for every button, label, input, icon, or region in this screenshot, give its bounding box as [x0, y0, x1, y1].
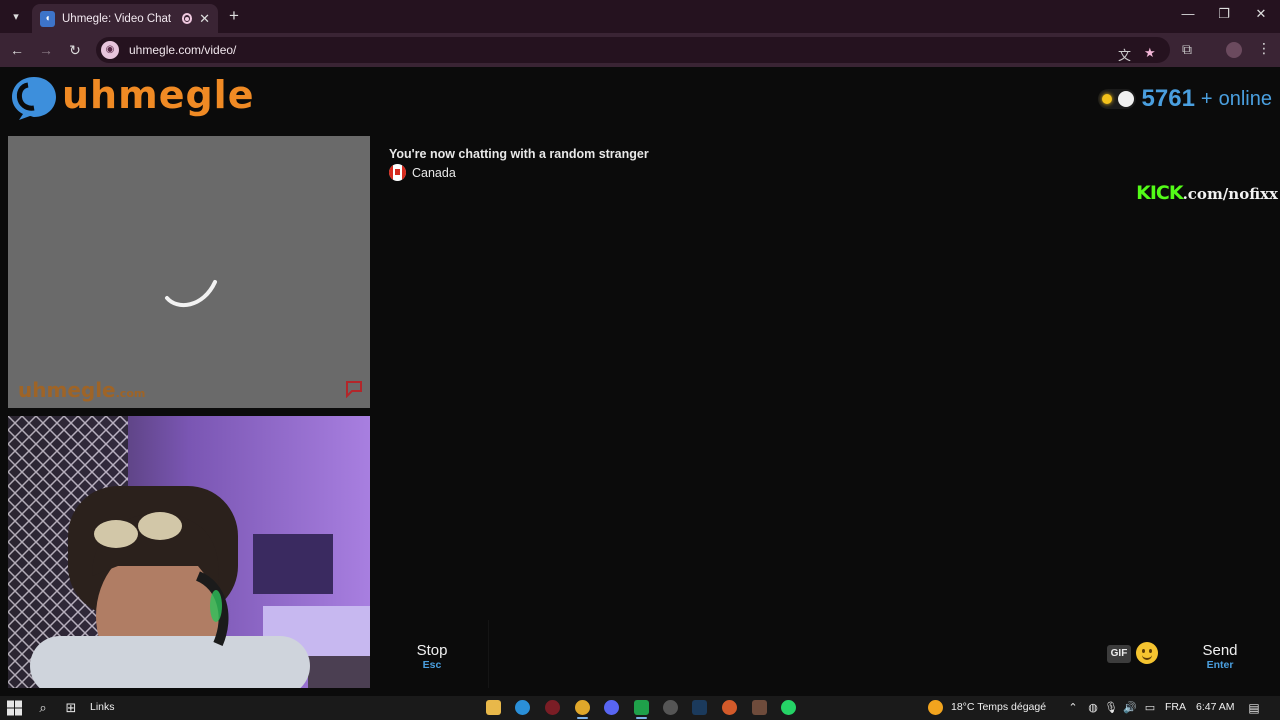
country-name: Canada [412, 165, 456, 180]
windows-taskbar: ⌕ ⊞ Links 18°C Temps dégagé ⌃ ◍ 🎙 🔊 ▭ FR… [0, 696, 1280, 720]
weather-moon-icon [928, 700, 943, 715]
sun-icon [1101, 94, 1112, 104]
file-explorer-icon[interactable] [486, 700, 501, 715]
online-plus: + [1200, 87, 1213, 110]
stop-button[interactable]: Stop Esc [378, 620, 486, 688]
volume-icon[interactable]: 🔊 [1123, 700, 1137, 716]
report-flag-icon[interactable] [344, 380, 364, 398]
chat-controls: Stop Esc GIF Send Enter [378, 620, 1280, 688]
chat-status-text: You're now chatting with a random strang… [389, 147, 649, 161]
links-toolbar[interactable]: Links [90, 701, 115, 713]
browser-menu-icon[interactable]: ⋮ [1257, 40, 1271, 57]
tray-app-icon[interactable]: ◍ [1086, 700, 1100, 716]
system-clock[interactable]: 6:47 AM [1196, 701, 1235, 713]
online-counter: 5761 + online [1097, 85, 1272, 113]
site-logo-text[interactable]: uhmegle [62, 73, 254, 117]
new-tab-plus-icon[interactable]: + [225, 6, 243, 26]
kick-overlay-url: .com/nofixx [1182, 185, 1278, 203]
edge-icon[interactable] [515, 700, 530, 715]
tab-search-chevron-icon[interactable]: ▾ [6, 7, 26, 27]
windows-start-icon[interactable] [7, 700, 22, 716]
notifications-icon[interactable]: ▤ [1246, 700, 1262, 716]
stranger-country: Canada [389, 164, 456, 181]
close-tab-icon[interactable]: ✕ [199, 11, 210, 27]
send-key-hint: Enter [1206, 659, 1234, 671]
gif-button[interactable]: GIF [1107, 645, 1131, 663]
send-button[interactable]: Send Enter [1168, 620, 1272, 688]
forward-arrow-icon[interactable]: → [37, 41, 55, 59]
theme-toggle[interactable] [1097, 89, 1136, 109]
site-header: uhmegle 5761 + online [0, 67, 1280, 129]
microphone-app-icon[interactable] [722, 700, 737, 715]
hidden-icons-chevron-icon[interactable]: ⌃ [1066, 700, 1080, 716]
canada-flag-icon [389, 164, 406, 181]
online-count: 5761 [1141, 85, 1195, 112]
profile-avatar[interactable] [1226, 42, 1242, 58]
chrome-icon[interactable] [575, 700, 590, 719]
chat-panel: You're now chatting with a random strang… [378, 136, 1280, 612]
url-text: uhmegle.com/video/ [129, 43, 237, 57]
weather-text[interactable]: 18°C Temps dégagé [951, 701, 1046, 713]
discord-icon[interactable] [604, 700, 619, 715]
toggle-knob [1117, 91, 1134, 107]
restore-window-icon[interactable]: ❐ [1214, 6, 1234, 22]
minimize-icon[interactable]: — [1178, 6, 1198, 21]
stranger-video: uhmegle.com [8, 136, 370, 408]
reload-icon[interactable]: ↻ [66, 41, 84, 59]
message-input[interactable] [488, 620, 1166, 688]
online-label: online [1218, 87, 1272, 110]
send-label: Send [1202, 642, 1238, 659]
network-icon[interactable]: ▭ [1143, 700, 1157, 716]
recording-indicator-icon [181, 13, 193, 24]
self-camera-video [8, 416, 370, 688]
task-view-icon[interactable]: ⊞ [62, 700, 80, 716]
watermark-suffix: .com [115, 387, 146, 400]
archive-app-icon[interactable] [752, 700, 767, 715]
stop-label: Stop [416, 642, 448, 659]
uhmegle-logo-icon[interactable] [10, 75, 58, 121]
translate-icon[interactable]: 文 [1118, 45, 1131, 64]
tab-title: Uhmegle: Video Chat | Ome [62, 12, 175, 25]
bookmark-star-icon[interactable]: ★ [1144, 45, 1156, 61]
watermark-text: uhmegle [18, 378, 116, 402]
stop-key-hint: Esc [422, 659, 442, 671]
browser-tab[interactable]: ◖ Uhmegle: Video Chat | Ome ✕ [32, 4, 218, 33]
whatsapp-icon[interactable] [781, 700, 796, 715]
kick-overlay-brand: KICK [1136, 182, 1183, 204]
browser-toolbar: ← → ↻ ◉ uhmegle.com/video/ 文 ★ [0, 33, 1280, 67]
extensions-puzzle-icon[interactable]: ⧉ [1182, 41, 1192, 58]
microphone-icon[interactable]: 🎙 [1104, 700, 1118, 716]
site-info-icon[interactable]: ◉ [101, 41, 119, 59]
address-bar[interactable]: ◉ uhmegle.com/video/ 文 ★ [96, 37, 1170, 63]
language-indicator[interactable]: FRA [1165, 701, 1186, 713]
obs-icon[interactable] [634, 700, 649, 719]
loading-spinner-icon [165, 280, 217, 307]
self-camera-feed-image [8, 416, 370, 688]
search-icon[interactable]: ⌕ [34, 700, 52, 716]
opera-icon[interactable] [545, 700, 560, 715]
kick-overlay: KICK .com/nofixx [1136, 182, 1278, 204]
uhmegle-favicon-icon: ◖ [40, 10, 55, 27]
emoji-icon[interactable] [1136, 642, 1158, 664]
steam-icon[interactable] [692, 700, 707, 715]
browser-tab-bar: ▾ ◖ Uhmegle: Video Chat | Ome ✕ + — ❐ ✕ [0, 0, 1280, 33]
uhmegle-watermark: uhmegle.com [18, 378, 145, 402]
back-arrow-icon[interactable]: ← [8, 41, 26, 59]
close-window-icon[interactable]: ✕ [1251, 6, 1271, 22]
app-clock-icon[interactable] [663, 700, 678, 715]
